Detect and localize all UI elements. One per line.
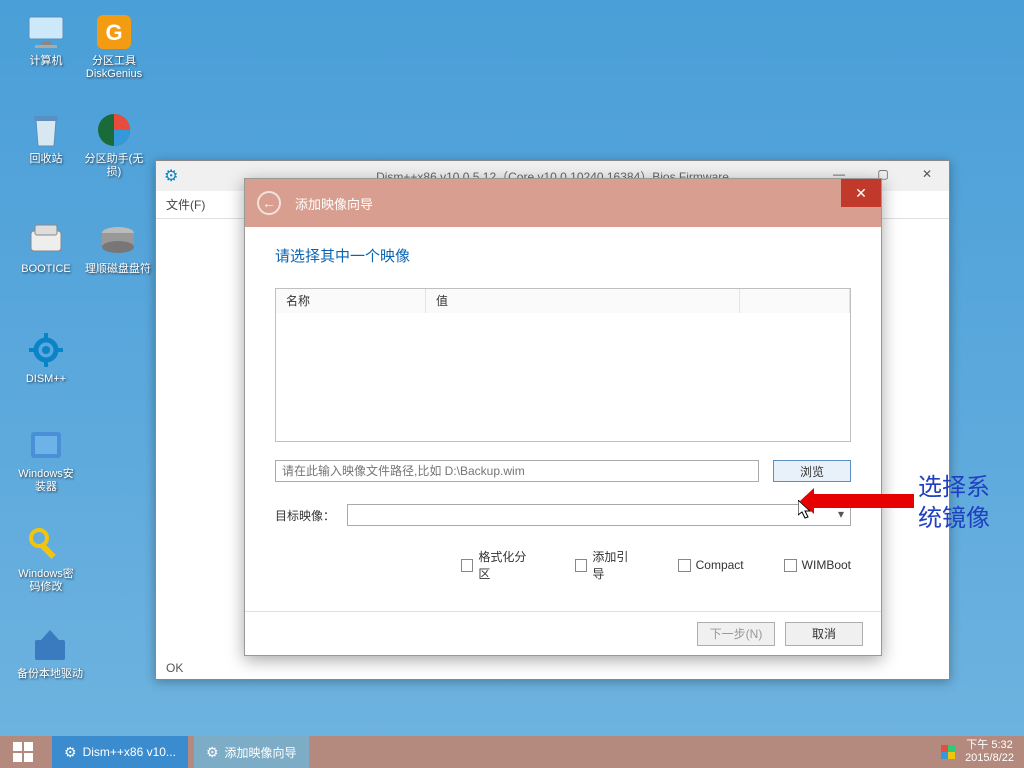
system-tray[interactable]: 下午 5:32 2015/8/22	[931, 736, 1024, 768]
checkbox-format[interactable]: 格式化分区	[461, 548, 535, 582]
desktop-label: BOOTICE	[16, 263, 76, 276]
annotation-arrow	[814, 494, 914, 508]
desktop-icon-diskgenius[interactable]: G 分区工具 DiskGenius	[84, 12, 144, 81]
gear-icon: ⚙	[64, 744, 77, 761]
image-table[interactable]: 名称 值	[275, 288, 851, 442]
image-path-input[interactable]	[275, 460, 759, 482]
wizard-titlebar[interactable]: ← 添加映像向导 ✕	[245, 179, 881, 227]
statusbar-text: OK	[166, 661, 183, 675]
desktop-label: 回收站	[16, 153, 76, 166]
tray-flag-icon[interactable]	[941, 745, 955, 759]
desktop-label: 分区工具 DiskGenius	[84, 55, 144, 81]
annotation-text: 选择系 统镜像	[918, 472, 990, 534]
desktop-label: 备份本地驱动	[16, 668, 84, 681]
checkbox-addboot[interactable]: 添加引导	[575, 548, 638, 582]
desktop-icon-partition-helper[interactable]: 分区助手(无 损)	[84, 110, 144, 179]
next-button[interactable]: 下一步(N)	[697, 622, 775, 646]
desktop-label: 理顺磁盘盘符	[84, 263, 152, 276]
desktop-icon-bootice[interactable]: BOOTICE	[16, 220, 76, 276]
tray-clock[interactable]: 下午 5:32 2015/8/22	[965, 739, 1014, 765]
svg-text:G: G	[105, 20, 122, 45]
start-button[interactable]	[0, 736, 46, 768]
desktop-icon-backup-driver[interactable]: 备份本地驱动	[16, 625, 84, 681]
desktop-label: 计算机	[16, 55, 76, 68]
desktop-label: Windows安 装器	[16, 468, 76, 494]
menu-file[interactable]: 文件(F)	[166, 196, 205, 213]
wizard-close-button[interactable]: ✕	[841, 179, 881, 207]
cursor-icon	[798, 500, 814, 520]
close-button[interactable]: ✕	[905, 161, 949, 186]
target-image-select[interactable]	[347, 504, 851, 526]
col-name[interactable]: 名称	[276, 289, 426, 313]
col-blank	[740, 289, 850, 313]
desktop-label: Windows密 码修改	[16, 568, 76, 594]
desktop-icon-disk-order[interactable]: 理顺磁盘盘符	[84, 220, 152, 276]
checkbox-compact[interactable]: Compact	[678, 548, 744, 582]
back-button[interactable]: ←	[257, 191, 281, 215]
taskbar: ⚙ Dism++x86 v10... ⚙ 添加映像向导 下午 5:32 2015…	[0, 736, 1024, 768]
desktop-icon-recycle[interactable]: 回收站	[16, 110, 76, 166]
wizard-heading: 请选择其中一个映像	[275, 245, 851, 266]
browse-button[interactable]: 浏览	[773, 460, 851, 482]
desktop-label: DISM++	[16, 373, 76, 386]
checkbox-wimboot[interactable]: WIMBoot	[784, 548, 851, 582]
gear-icon: ⚙	[164, 166, 178, 186]
wizard-title: 添加映像向导	[295, 194, 373, 213]
desktop-icon-computer[interactable]: 计算机	[16, 12, 76, 68]
gear-icon: ⚙	[206, 744, 219, 761]
target-label: 目标映像：	[275, 507, 335, 524]
cancel-button[interactable]: 取消	[785, 622, 863, 646]
col-value[interactable]: 值	[426, 289, 740, 313]
table-body	[276, 313, 850, 443]
desktop-icon-dism[interactable]: DISM++	[16, 330, 76, 386]
windows-logo-icon	[13, 742, 33, 762]
desktop-icon-win-install[interactable]: Windows安 装器	[16, 425, 76, 494]
taskbar-item-dism[interactable]: ⚙ Dism++x86 v10...	[52, 736, 188, 768]
taskbar-item-wizard[interactable]: ⚙ 添加映像向导	[194, 736, 309, 768]
desktop-icon-win-password[interactable]: Windows密 码修改	[16, 525, 76, 594]
desktop-label: 分区助手(无 损)	[84, 153, 144, 179]
wizard-dialog: ← 添加映像向导 ✕ 请选择其中一个映像 名称 值 浏览 目标映像： 格式化分区…	[244, 178, 882, 656]
